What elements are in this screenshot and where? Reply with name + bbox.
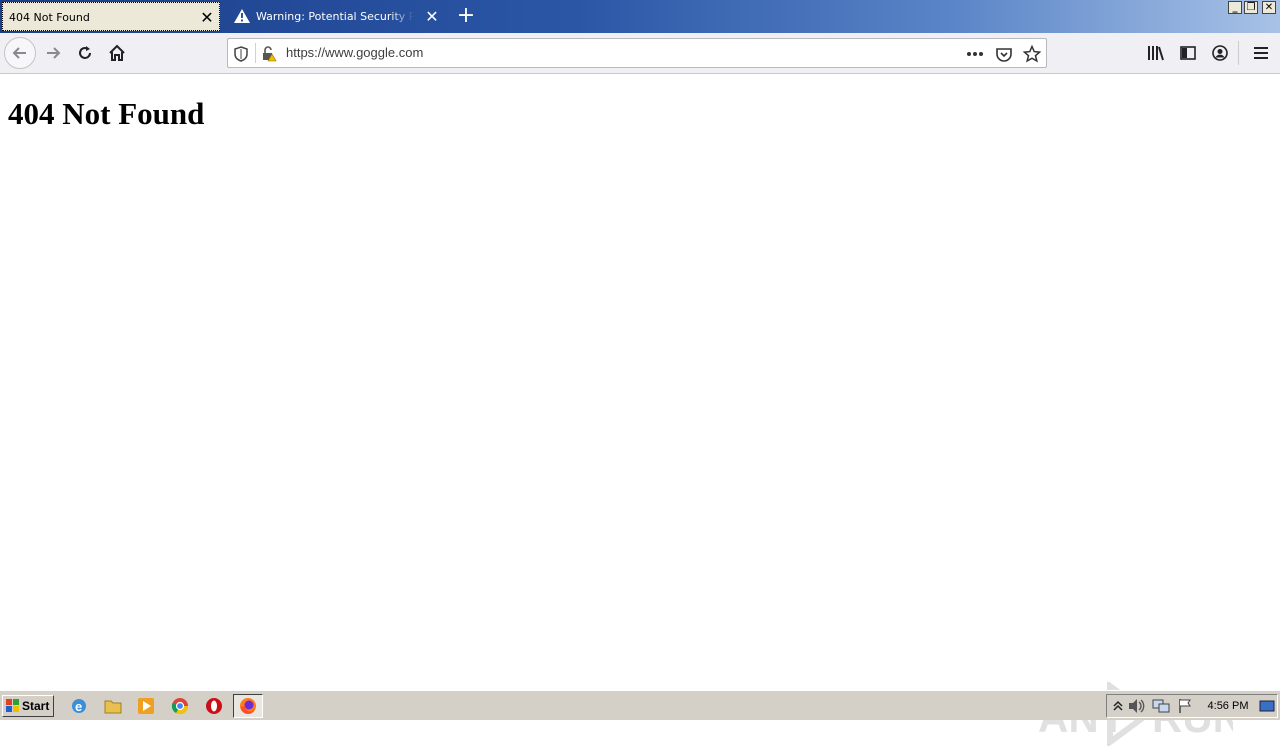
file-explorer-icon[interactable] [103, 696, 123, 716]
account-button[interactable] [1204, 37, 1236, 69]
internet-explorer-icon[interactable]: e [69, 696, 89, 716]
clock[interactable]: 4:56 PM [1200, 691, 1256, 721]
show-hidden-icons-chevron-icon[interactable] [1108, 696, 1128, 716]
firefox-icon [240, 698, 256, 714]
arrow-left-icon [12, 47, 26, 59]
tab-title: 404 Not Found [9, 11, 90, 24]
toolbar-divider [1238, 41, 1239, 65]
media-player-icon[interactable] [136, 696, 156, 716]
url-divider [255, 43, 256, 63]
menu-button[interactable] [1245, 37, 1277, 69]
tab-strip: 404 Not Found ✕ Warning: Potential Secur… [0, 0, 1280, 33]
home-button[interactable] [101, 37, 133, 69]
account-icon [1212, 45, 1228, 61]
page-actions-icon[interactable] [966, 45, 984, 63]
sidebar-icon [1180, 46, 1196, 60]
show-desktop-icon[interactable] [1258, 696, 1276, 716]
windows-logo-icon [6, 699, 19, 712]
forward-button[interactable] [37, 37, 69, 69]
page-title: 404 Not Found [8, 96, 205, 131]
action-center-flag-icon[interactable] [1175, 696, 1195, 716]
tab-close-icon[interactable]: ✕ [424, 2, 440, 31]
chrome-icon[interactable] [170, 696, 190, 716]
library-button[interactable] [1140, 37, 1172, 69]
svg-text:e: e [75, 699, 82, 714]
navigation-toolbar: https://www.goggle.com [0, 33, 1280, 74]
start-label: Start [22, 699, 50, 713]
firefox-taskbar-button[interactable] [233, 694, 263, 718]
tab-404-not-found[interactable]: 404 Not Found ✕ [2, 2, 220, 31]
reload-icon [79, 46, 91, 59]
tab-close-icon[interactable]: ✕ [199, 3, 215, 32]
url-text[interactable]: https://www.goggle.com [286, 39, 423, 67]
warning-icon [234, 9, 250, 23]
url-bar[interactable]: https://www.goggle.com [227, 38, 1047, 68]
bookmark-star-icon[interactable] [1023, 45, 1041, 63]
home-icon [109, 44, 125, 61]
network-icon[interactable] [1151, 696, 1171, 716]
close-window-button[interactable]: ✕ [1262, 1, 1276, 14]
new-tab-button[interactable]: + [454, 5, 478, 27]
reload-button[interactable] [69, 37, 101, 69]
opera-icon[interactable] [204, 696, 224, 716]
tracking-shield-icon[interactable] [232, 45, 250, 63]
minimize-button[interactable]: _ [1228, 1, 1242, 14]
tab-title: Warning: Potential Security Risk Ahead [256, 10, 414, 23]
arrow-right-icon [47, 47, 61, 59]
tab-security-warning[interactable]: Warning: Potential Security Risk Ahead ✕ [224, 2, 448, 31]
page-content: 404 Not Found ANY RUN [0, 74, 1280, 748]
sidebar-button[interactable] [1172, 37, 1204, 69]
hamburger-menu-icon [1254, 47, 1268, 59]
insecure-lock-icon[interactable] [260, 45, 278, 63]
pocket-icon[interactable] [995, 45, 1013, 63]
restore-button[interactable]: ❐ [1244, 1, 1258, 14]
library-icon [1148, 46, 1164, 61]
back-button[interactable] [4, 37, 36, 69]
volume-icon[interactable] [1127, 696, 1147, 716]
start-button[interactable]: Start [2, 695, 54, 717]
taskbar: Start e 4:56 PM [0, 690, 1280, 720]
